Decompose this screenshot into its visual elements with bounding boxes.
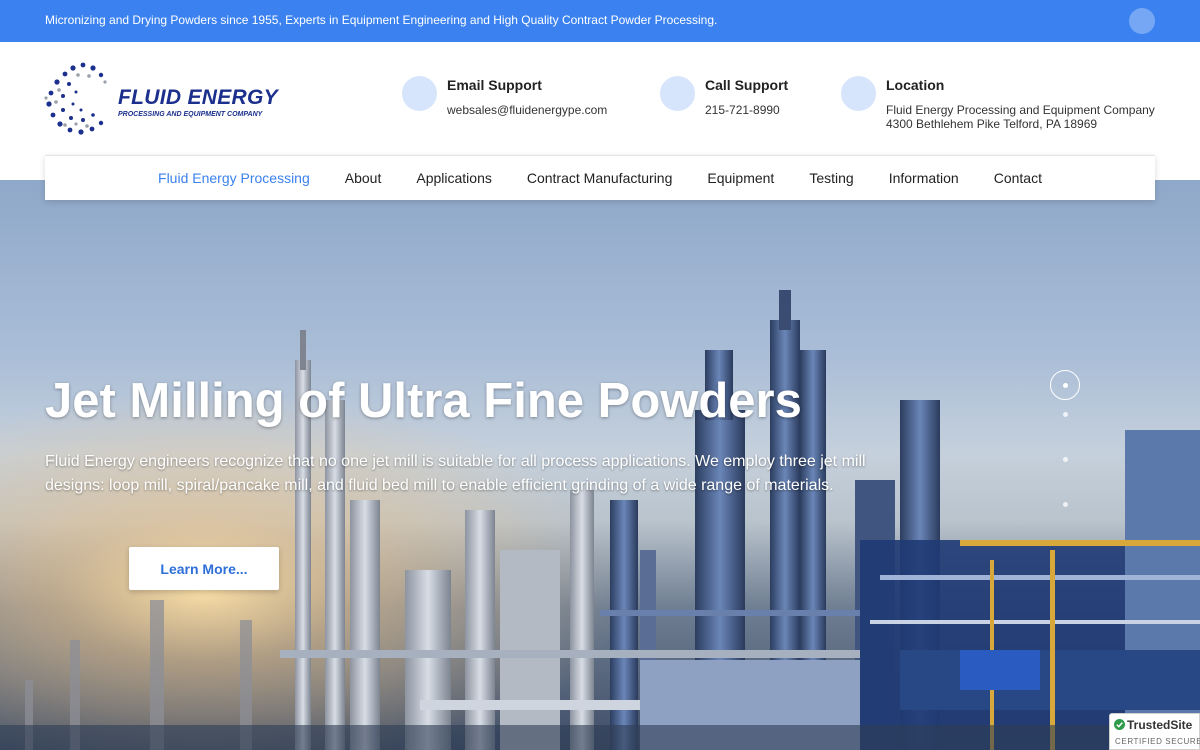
logo-name: FLUID ENERGY [118, 86, 278, 109]
site-logo[interactable]: FLUID ENERGY PROCESSING AND EQUIPMENT CO… [43, 60, 293, 136]
slide-dot-2[interactable] [1063, 412, 1068, 417]
checkmark-icon [1114, 719, 1125, 730]
nav-item-about[interactable]: About [327, 170, 399, 186]
email-address-link[interactable]: websales@fluidenergype.com [447, 103, 607, 117]
nav-item-contract-manufacturing[interactable]: Contract Manufacturing [509, 170, 690, 186]
email-icon [402, 76, 437, 111]
nav-item-applications[interactable]: Applications [399, 170, 510, 186]
nav-item-information[interactable]: Information [871, 170, 976, 186]
location-company: Fluid Energy Processing and Equipment Co… [886, 103, 1155, 117]
hero-slider: Jet Milling of Ultra Fine Powders Fluid … [0, 180, 1200, 750]
learn-more-button[interactable]: Learn More... [129, 547, 279, 590]
call-support-title: Call Support [705, 77, 789, 93]
slide-dot-1[interactable] [1050, 370, 1080, 400]
location-icon [841, 76, 876, 111]
location-address: Fluid Energy Processing and Equipment Co… [886, 103, 1155, 131]
trustedsite-subtitle: CERTIFIED SECURE [1115, 737, 1200, 746]
hero-title: Jet Milling of Ultra Fine Powders [45, 374, 802, 428]
nav-item-contact[interactable]: Contact [976, 170, 1059, 186]
logo-tagline: PROCESSING AND EQUIPMENT COMPANY [118, 111, 263, 118]
trustedsite-badge[interactable]: TrustedSite CERTIFIED SECURE [1109, 713, 1200, 750]
location-street: 4300 Bethlehem Pike Telford, PA 18969 [886, 117, 1098, 131]
announcement-text: Micronizing and Drying Powders since 195… [45, 13, 718, 27]
main-nav: Fluid Energy Processing About Applicatio… [45, 155, 1155, 200]
slide-dot-4[interactable] [1063, 502, 1068, 507]
nav-item-equipment[interactable]: Equipment [690, 170, 792, 186]
announcement-bar: Micronizing and Drying Powders since 195… [0, 0, 1200, 42]
phone-number-link[interactable]: 215-721-8990 [705, 103, 780, 117]
nav-item-testing[interactable]: Testing [792, 170, 871, 186]
social-icon[interactable] [1129, 8, 1155, 34]
slider-pagination [1049, 370, 1081, 520]
location-title: Location [886, 77, 945, 93]
hero-description: Fluid Energy engineers recognize that no… [45, 453, 866, 494]
slide-dot-3[interactable] [1063, 457, 1068, 462]
trustedsite-name: TrustedSite [1127, 718, 1193, 732]
nav-list: Fluid Energy Processing About Applicatio… [45, 156, 1155, 200]
phone-icon [660, 76, 695, 111]
email-support-title: Email Support [447, 77, 542, 93]
nav-item-fluid-energy-processing[interactable]: Fluid Energy Processing [141, 170, 328, 186]
logo-dots-icon [44, 62, 107, 135]
